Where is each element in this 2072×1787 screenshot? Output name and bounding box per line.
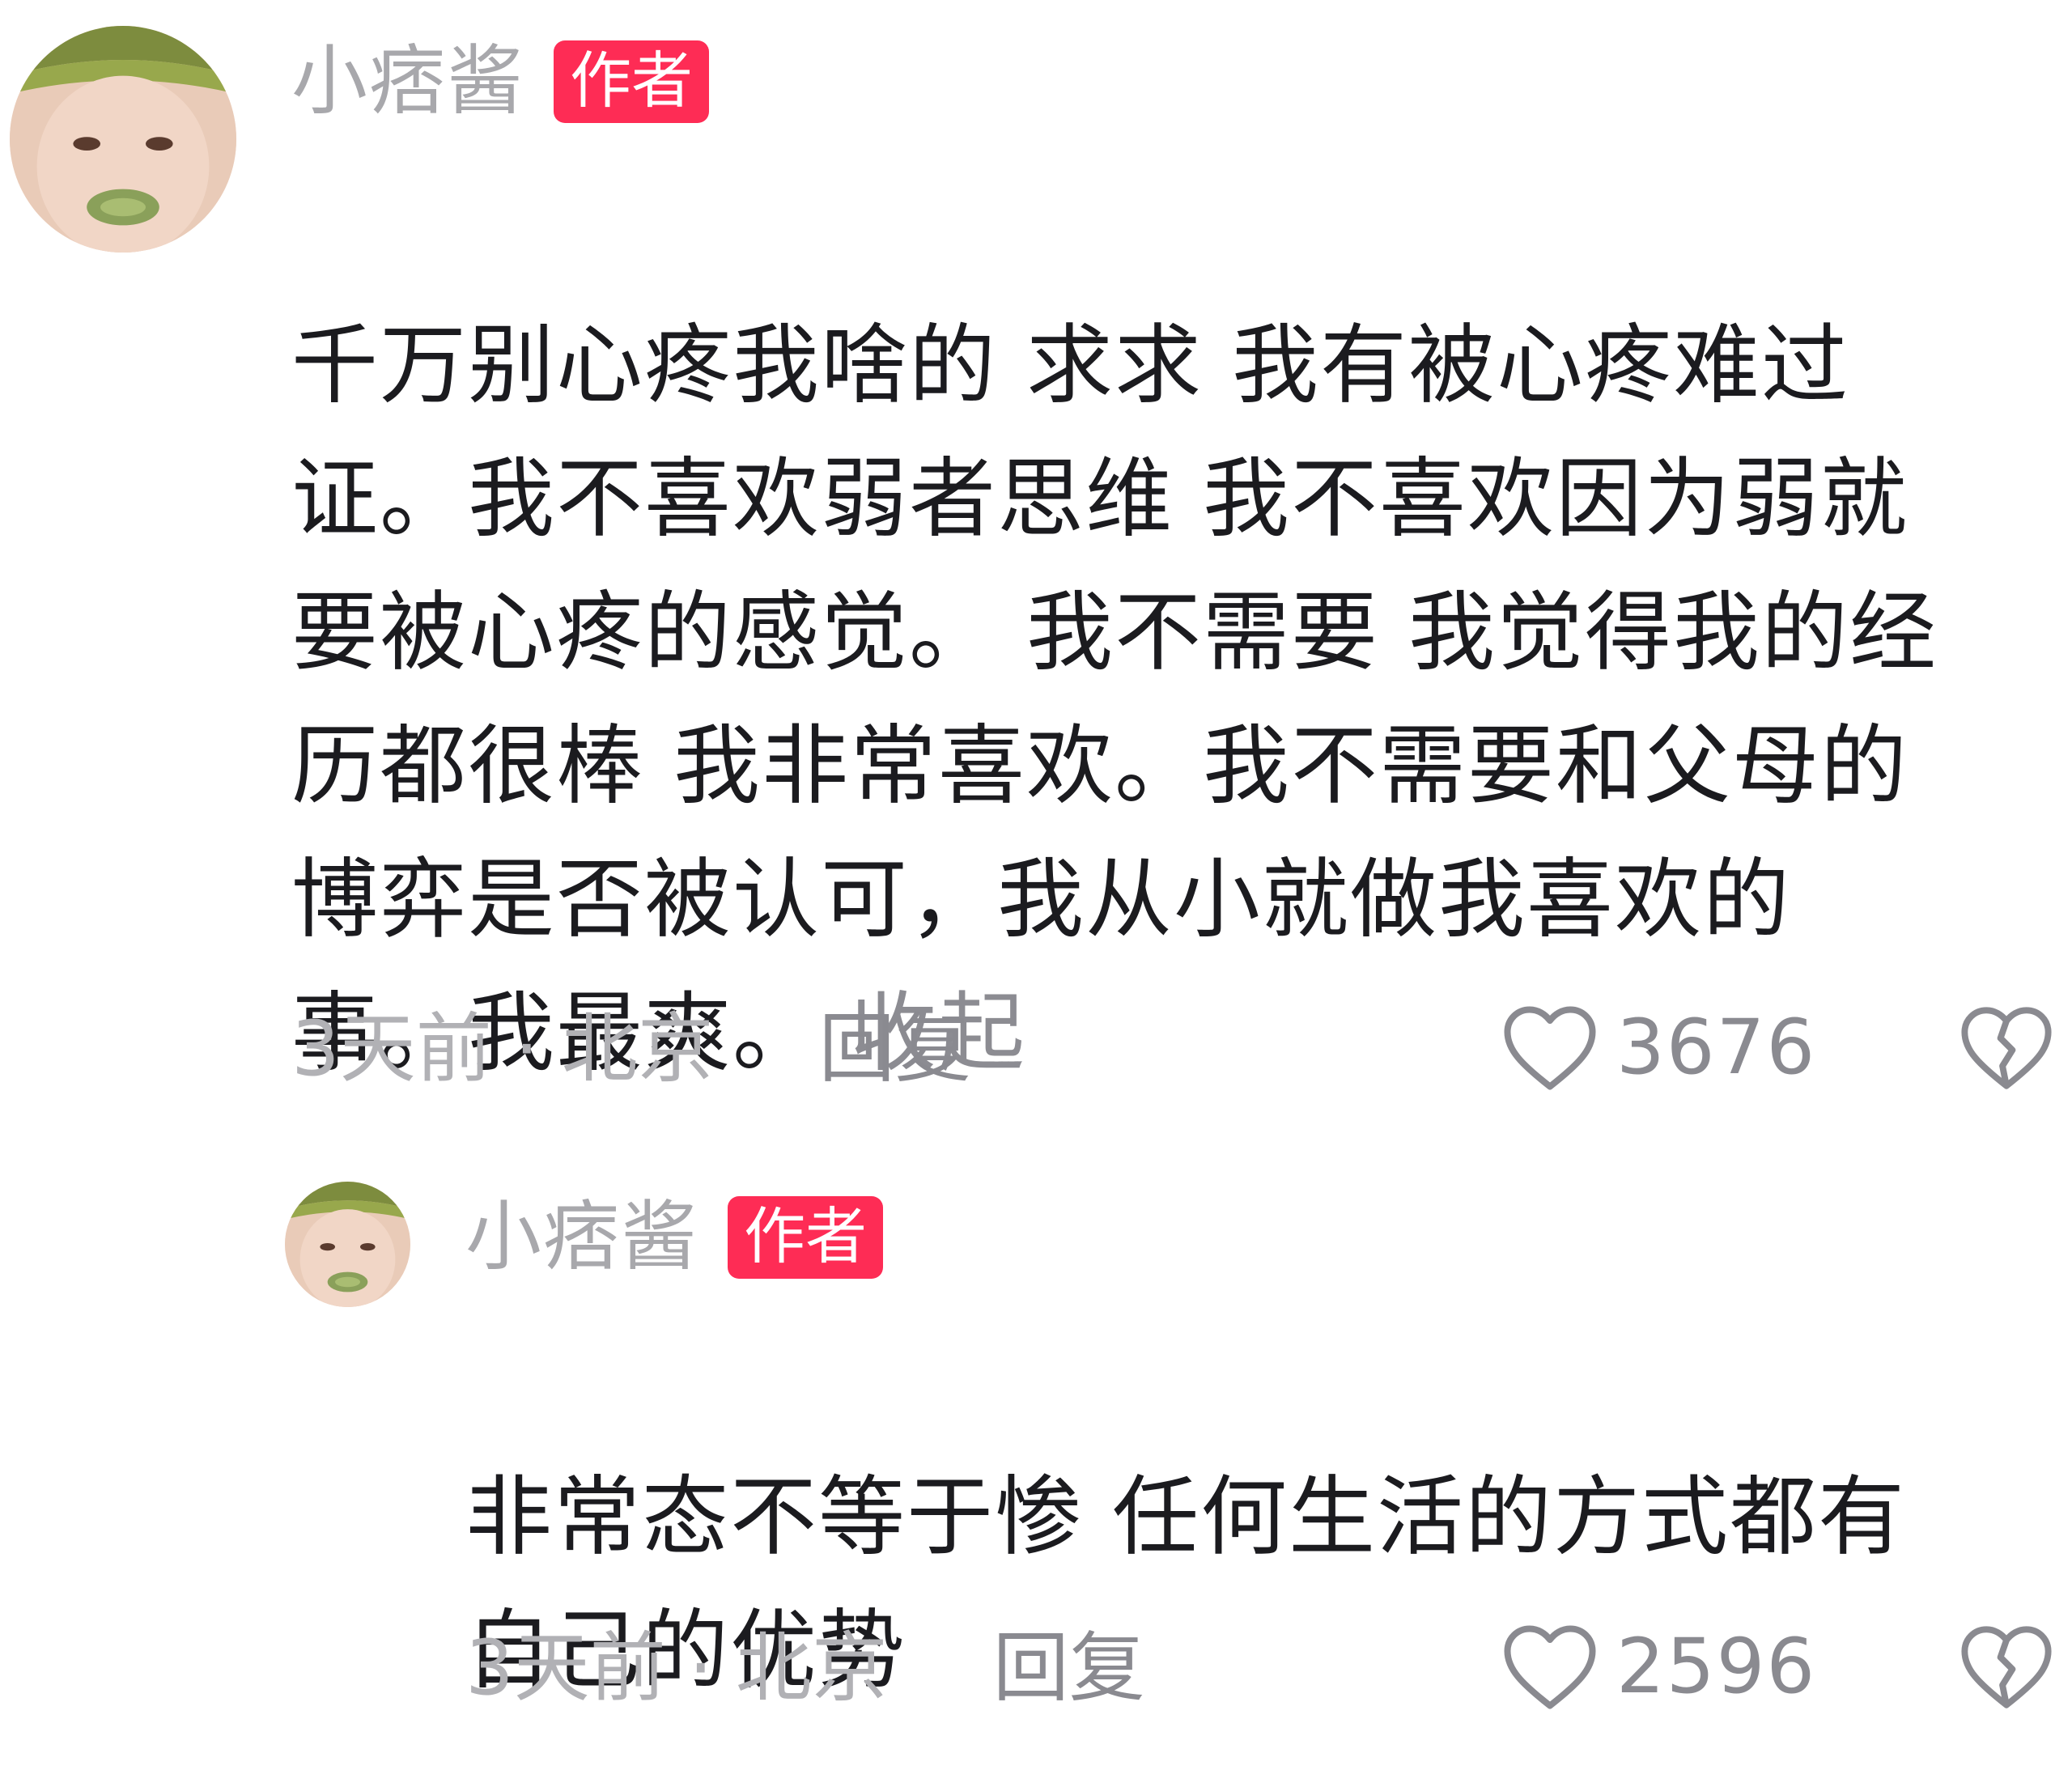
avatar-image <box>285 1182 410 1307</box>
broken-heart-icon[interactable] <box>1959 1623 2054 1712</box>
like-button[interactable]: 2596 <box>1501 1623 1816 1712</box>
meta-separator: · <box>688 1624 713 1713</box>
like-count: 2596 <box>1616 1623 1817 1711</box>
comment-time: 3天前 <box>291 1005 492 1093</box>
comment-header: 小痞酱 作者 <box>291 40 710 123</box>
comment-text: 千万别心疼我啥的 求求 我有被心疼难过 证。我不喜欢弱者思维 我不喜欢因为弱就 … <box>291 166 2072 1101</box>
comment-body: 千万别心疼我啥的 求求 我有被心疼难过 证。我不喜欢弱者思维 我不喜欢因为弱就 … <box>291 316 1938 1084</box>
meta-separator: · <box>514 1005 539 1093</box>
heart-outline-icon <box>1501 1623 1599 1712</box>
comment-header: 小痞酱 作者 <box>465 1196 884 1279</box>
avatar[interactable] <box>285 1182 410 1307</box>
avatar-image <box>10 26 236 253</box>
avatar[interactable] <box>10 26 236 253</box>
reply-button[interactable]: 回复 <box>993 1631 1145 1707</box>
like-button[interactable]: 3676 <box>1501 1004 1816 1093</box>
author-badge: 作者 <box>728 1196 884 1279</box>
broken-heart-icon[interactable] <box>1959 1004 2054 1093</box>
username[interactable]: 小痞酱 <box>291 44 524 120</box>
comment-time: 3天前 <box>465 1624 666 1713</box>
comment-location: 北京 <box>561 1005 714 1093</box>
reply-button[interactable]: 回复 <box>819 1012 971 1088</box>
heart-outline-icon <box>1501 1004 1599 1093</box>
like-count: 3676 <box>1616 1004 1817 1092</box>
comment-location: 北京 <box>735 1624 888 1713</box>
author-badge: 作者 <box>554 40 710 123</box>
comment-meta: 3天前 · 北京 回复 <box>465 1631 1145 1707</box>
comment-list: 小痞酱 作者 千万别心疼我啥的 求求 我有被心疼难过 证。我不喜欢弱者思维 我不… <box>0 0 2072 1787</box>
comment-meta: 3天前 · 北京 回复 <box>291 1012 971 1088</box>
username[interactable]: 小痞酱 <box>465 1199 698 1276</box>
